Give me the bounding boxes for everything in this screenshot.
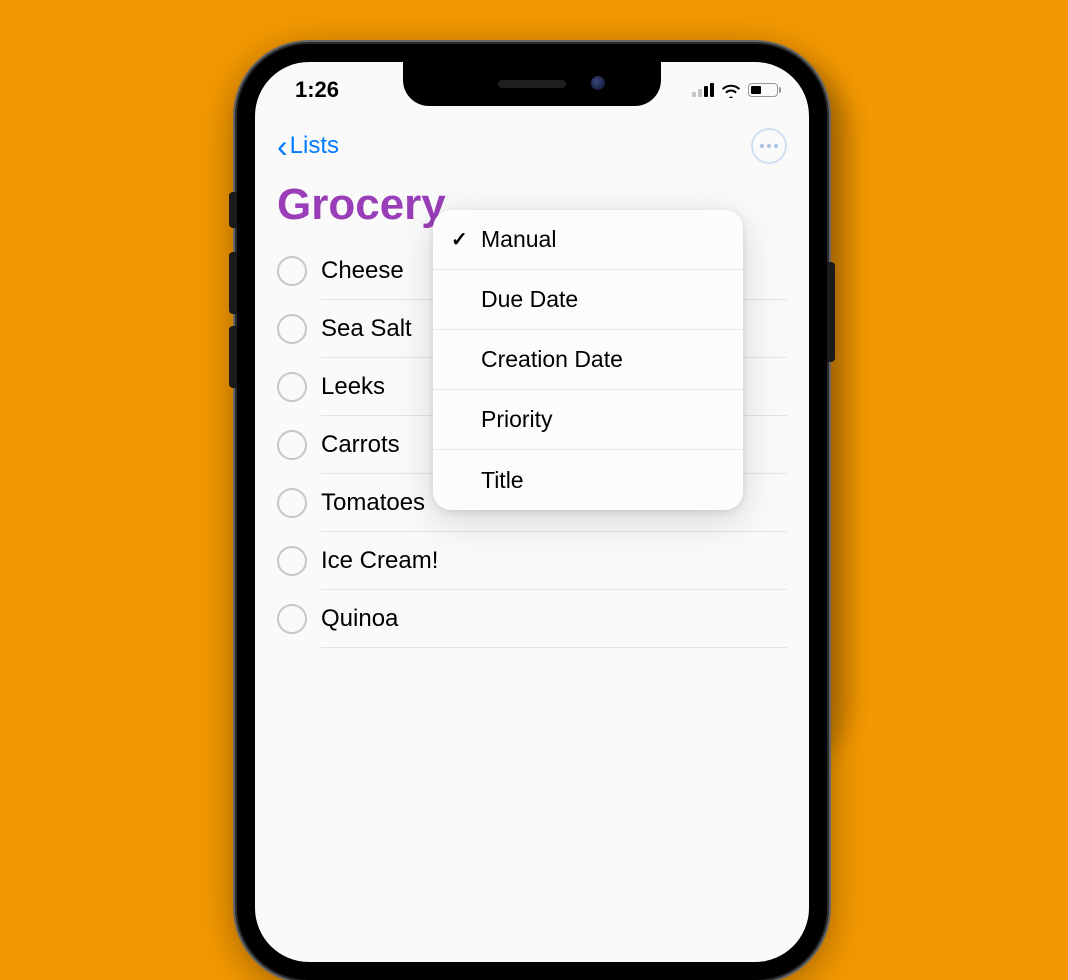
battery-icon [748,83,781,97]
mute-switch[interactable] [229,192,237,228]
sort-option-title[interactable]: Title [433,450,743,510]
power-button[interactable] [827,262,835,362]
sort-option-label: Priority [475,406,553,433]
item-label: Cheese [321,257,404,285]
speaker-grille [498,80,566,88]
back-label: Lists [290,132,339,160]
item-label: Carrots [321,431,400,459]
nav-bar: ‹ Lists [255,118,809,174]
completion-circle-icon[interactable] [277,546,307,576]
completion-circle-icon[interactable] [277,488,307,518]
list-item[interactable]: Quinoa [277,590,809,648]
list-item[interactable]: Ice Cream! [277,532,809,590]
item-label: Sea Salt [321,315,412,343]
completion-circle-icon[interactable] [277,256,307,286]
status-time: 1:26 [295,77,339,103]
item-label: Ice Cream! [321,547,438,575]
sort-menu-popover: ✓ Manual Due Date Creation Date Priority [433,210,743,510]
sort-option-label: Creation Date [475,346,623,373]
completion-circle-icon[interactable] [277,314,307,344]
screen: 1:26 [255,62,809,962]
notch [403,62,661,106]
sort-option-manual[interactable]: ✓ Manual [433,210,743,270]
ellipsis-icon [760,144,778,148]
sort-option-priority[interactable]: Priority [433,390,743,450]
completion-circle-icon[interactable] [277,430,307,460]
completion-circle-icon[interactable] [277,604,307,634]
checkmark-icon: ✓ [451,227,475,252]
item-label: Quinoa [321,605,398,633]
front-camera [591,76,605,90]
volume-down-button[interactable] [229,326,237,388]
wifi-icon [720,82,742,98]
phone-frame: 1:26 [237,44,827,980]
status-indicators [692,82,781,98]
item-label: Leeks [321,373,385,401]
back-button[interactable]: ‹ Lists [277,130,339,162]
sort-option-creation-date[interactable]: Creation Date [433,330,743,390]
completion-circle-icon[interactable] [277,372,307,402]
cellular-icon [692,83,714,97]
item-label: Tomatoes [321,489,425,517]
sort-option-due-date[interactable]: Due Date [433,270,743,330]
chevron-left-icon: ‹ [277,130,288,162]
sort-option-label: Manual [475,226,556,253]
sort-option-label: Title [475,467,524,494]
volume-up-button[interactable] [229,252,237,314]
sort-option-label: Due Date [475,286,578,313]
more-options-button[interactable] [751,128,787,164]
